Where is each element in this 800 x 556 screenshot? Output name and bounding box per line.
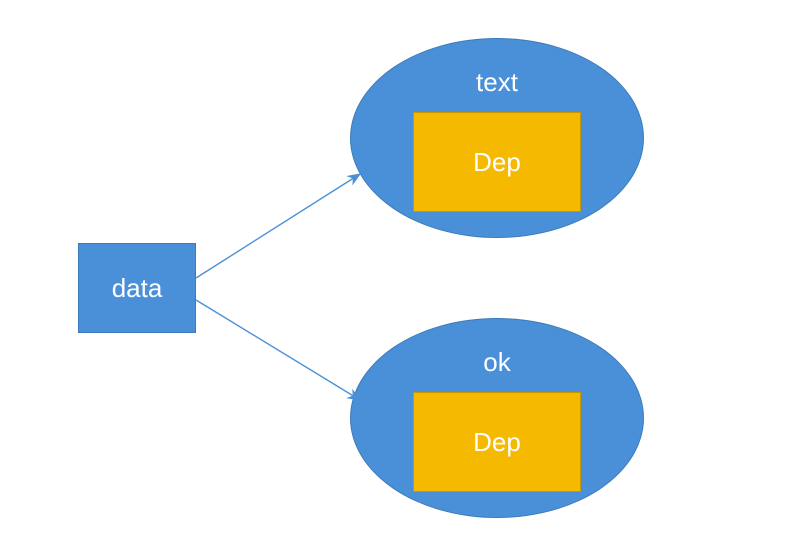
target-inner-label-0: Dep — [473, 147, 521, 178]
target-title-1: ok — [351, 347, 643, 378]
arrow-to-target-1 — [196, 300, 360, 400]
target-title-0: text — [351, 67, 643, 98]
target-inner-box-0: Dep — [413, 112, 581, 212]
source-node: data — [78, 243, 196, 333]
arrow-to-target-0 — [196, 174, 360, 278]
target-inner-label-1: Dep — [473, 427, 521, 458]
diagram-canvas: data text Dep ok Dep — [0, 0, 800, 556]
source-node-label: data — [112, 273, 163, 304]
target-inner-box-1: Dep — [413, 392, 581, 492]
